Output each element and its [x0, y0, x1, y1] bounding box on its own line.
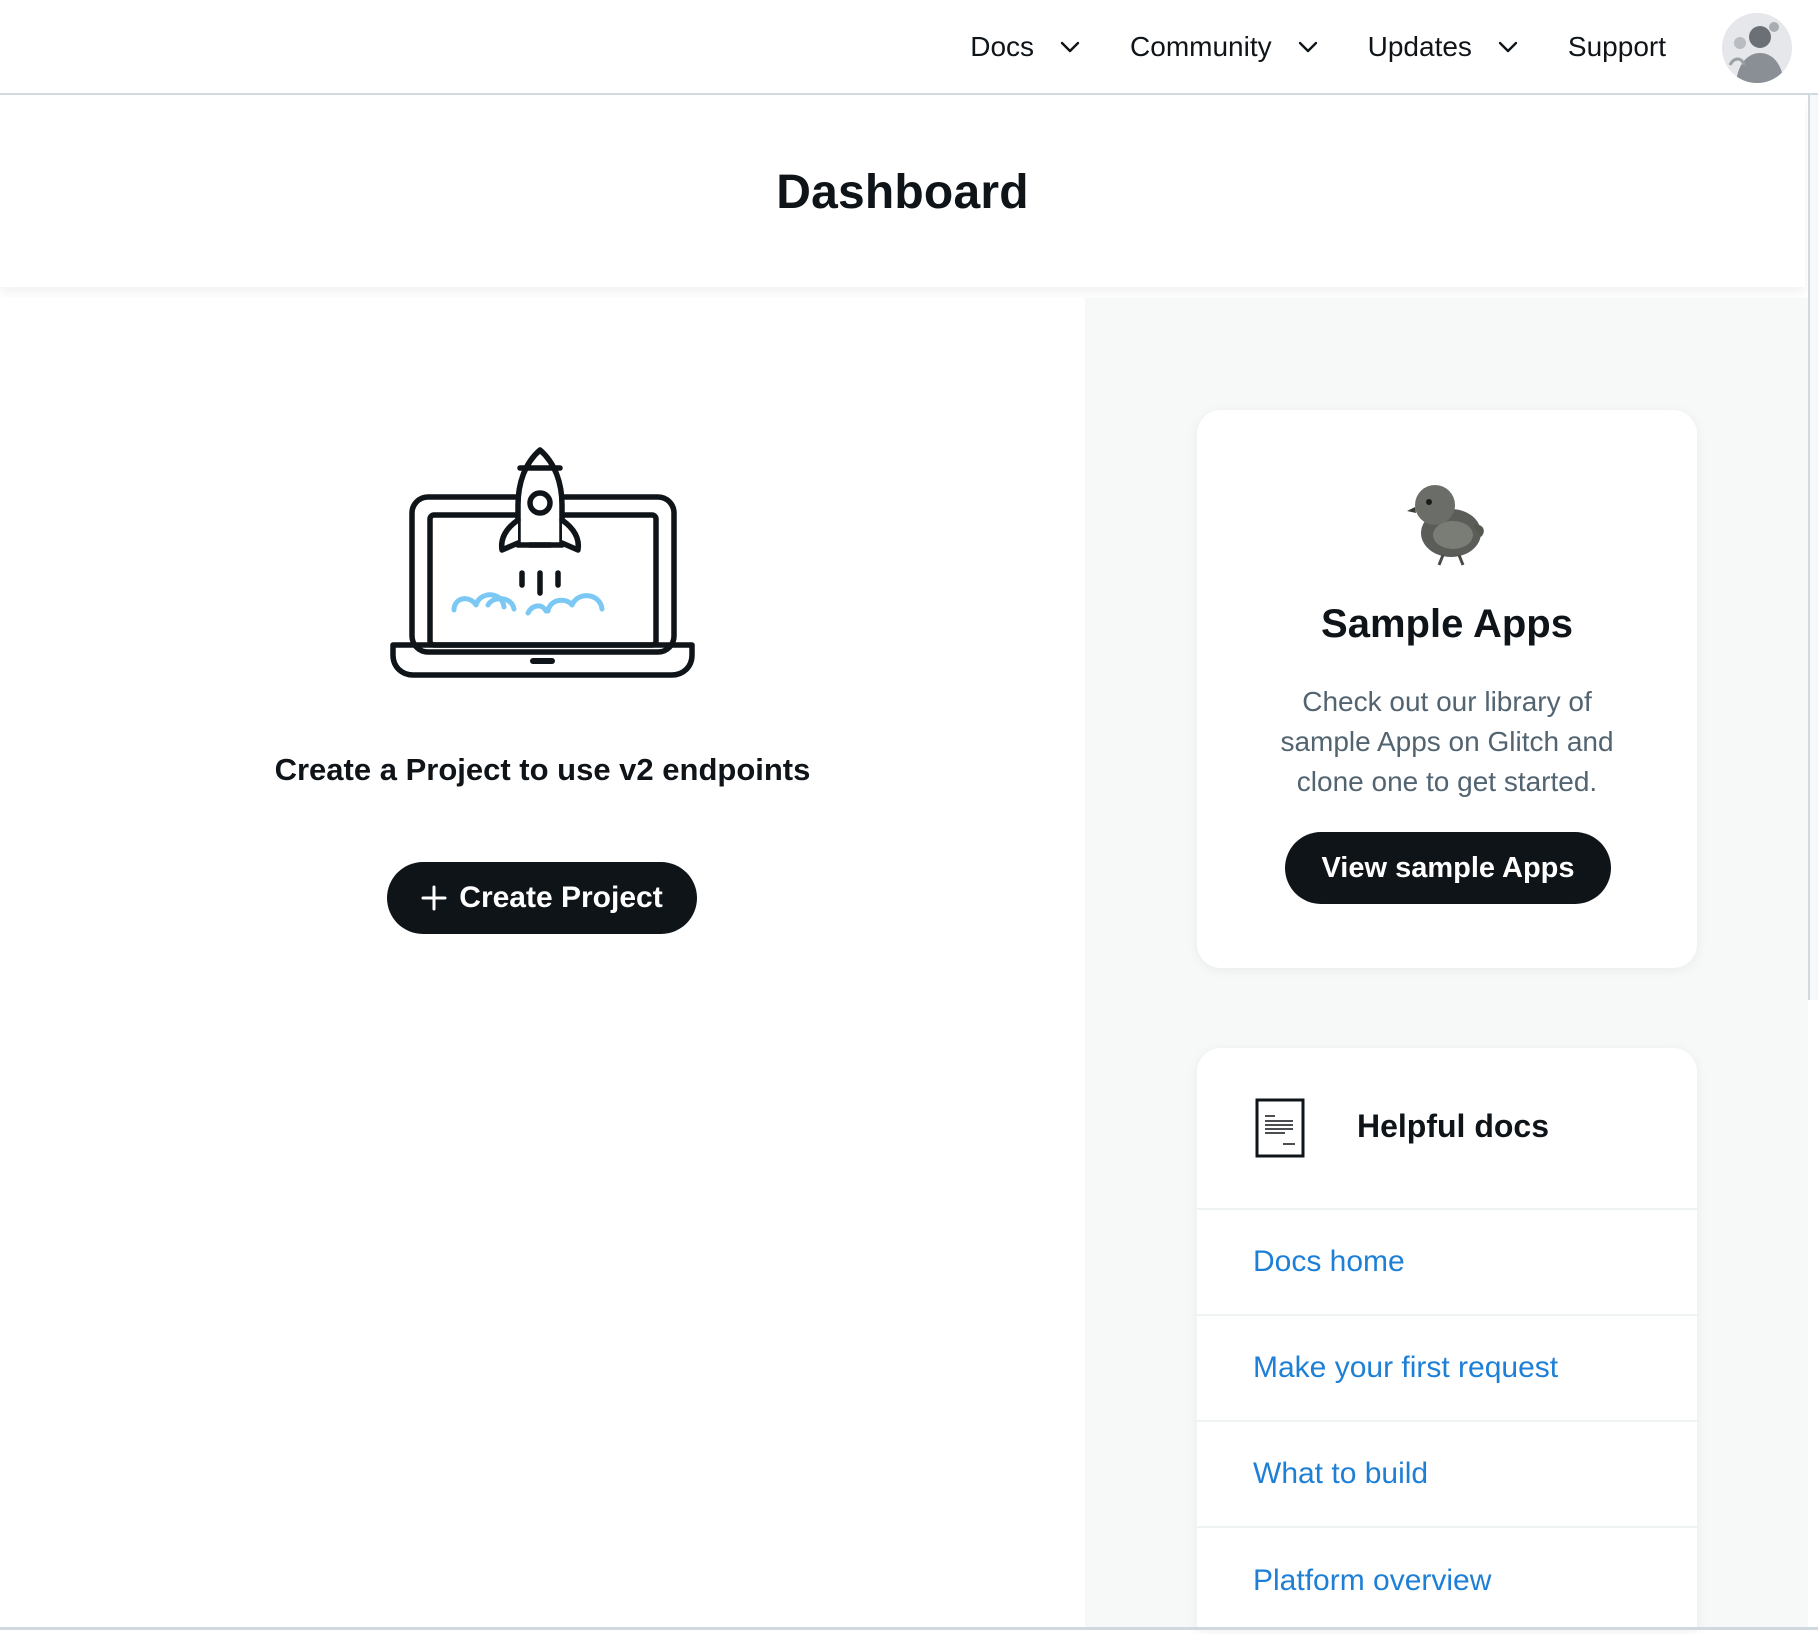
chevron-down-icon [1060, 41, 1080, 52]
nav-item-label: Docs [970, 30, 1035, 62]
view-sample-apps-button[interactable]: View sample Apps [1285, 832, 1611, 904]
helpful-docs-title: Helpful docs [1357, 1108, 1550, 1144]
docs-link-first-request[interactable]: Make your first request [1197, 1316, 1697, 1422]
top-nav: Docs Community Updates Support [0, 0, 1818, 95]
chevron-down-icon [1498, 41, 1518, 52]
nav-item-support[interactable]: Support [1568, 31, 1666, 63]
chick-icon [1407, 485, 1484, 566]
nav-item-community[interactable]: Community [1130, 31, 1320, 63]
create-project-label: Create Project [459, 881, 663, 914]
nav-item-label: Community [1130, 30, 1272, 62]
docs-link-docs-home[interactable]: Docs home [1197, 1210, 1697, 1316]
scrollbar[interactable] [1808, 95, 1818, 1000]
nav-item-label: Support [1567, 30, 1666, 62]
dashboard-header: Dashboard [0, 97, 1805, 287]
document-icon [1255, 1098, 1305, 1158]
sample-apps-description: Check out our library of sample Apps on … [1280, 686, 1614, 797]
nav-item-label: Updates [1367, 30, 1472, 62]
chevron-down-icon [1298, 41, 1317, 52]
page-title: Dashboard [776, 165, 1029, 219]
create-project-headline: Create a Project to use v2 endpoints [274, 752, 811, 787]
nav-item-docs[interactable]: Docs [970, 31, 1082, 63]
docs-link-what-to-build[interactable]: What to build [1197, 1422, 1697, 1528]
helpful-docs-card: Helpful docs Docs home Make your first r… [1197, 1048, 1697, 1630]
avatar[interactable] [1722, 13, 1792, 83]
nav-menu: Docs Community Updates Support [970, 0, 1666, 93]
create-project-button[interactable]: Create Project [387, 862, 697, 934]
docs-link-platform-overview[interactable]: Platform overview [1197, 1528, 1697, 1634]
laptop-rocket-icon [390, 447, 695, 678]
sample-apps-title: Sample Apps [1321, 602, 1573, 646]
nav-item-updates[interactable]: Updates [1368, 31, 1520, 63]
plus-icon [421, 885, 447, 911]
helpful-docs-header: Helpful docs [1197, 1048, 1697, 1210]
sample-apps-card: Sample Apps Check out our library of sam… [1197, 410, 1697, 968]
user-avatar-icon [1722, 13, 1792, 83]
